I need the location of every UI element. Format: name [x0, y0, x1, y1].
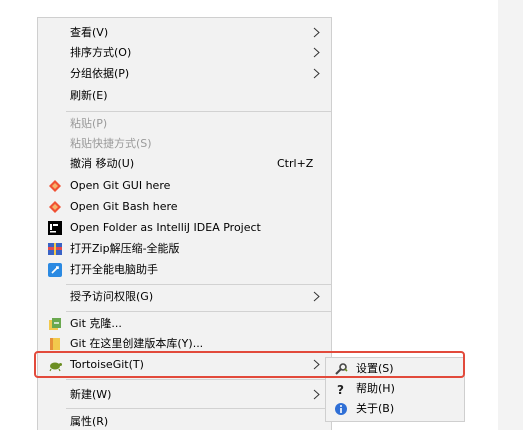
submenu-item-label: 关于(B)	[356, 402, 395, 415]
menu-item-git-clone[interactable]: Git 克隆...	[38, 313, 333, 335]
menu-item-label: 授予访问权限(G)	[70, 290, 154, 303]
info-icon	[335, 403, 347, 415]
menu-item-undo-move[interactable]: 撤消 移动(U) Ctrl+Z	[38, 153, 333, 175]
assistant-app-icon	[48, 263, 62, 277]
svg-text:?: ?	[337, 383, 344, 396]
menu-item-label: Git 克隆...	[70, 317, 122, 330]
git-diamond-icon	[49, 180, 61, 192]
menu-separator	[66, 311, 331, 312]
chevron-right-icon	[313, 389, 320, 400]
menu-item-label: 分组依据(P)	[70, 67, 130, 80]
menu-separator	[66, 408, 331, 409]
menu-item-label: 撤消 移动(U)	[70, 157, 135, 170]
menu-item-open-git-bash[interactable]: Open Git Bash here	[38, 196, 333, 218]
menu-item-label: 排序方式(O)	[70, 46, 132, 59]
chevron-right-icon	[313, 291, 320, 302]
menu-item-group-by[interactable]: 分组依据(P)	[38, 63, 333, 85]
menu-item-label: 刷新(E)	[70, 89, 108, 102]
menu-item-grant-access[interactable]: 授予访问权限(G)	[38, 286, 333, 308]
menu-item-label: 新建(W)	[70, 388, 112, 401]
submenu-item-about[interactable]: 关于(B)	[326, 399, 464, 419]
menu-item-label: Open Folder as IntelliJ IDEA Project	[70, 221, 261, 234]
chevron-right-icon	[313, 68, 320, 79]
menu-item-label: 打开全能电脑助手	[70, 263, 158, 276]
menu-item-open-zip[interactable]: 打开Zip解压缩-全能版	[38, 238, 333, 260]
menu-item-open-assistant[interactable]: 打开全能电脑助手	[38, 259, 333, 281]
menu-item-paste-shortcut[interactable]: 粘贴快捷方式(S)	[38, 133, 333, 155]
zip-archive-icon	[48, 243, 62, 255]
menu-separator	[66, 111, 331, 112]
menu-item-label: 粘贴快捷方式(S)	[70, 137, 152, 150]
chevron-right-icon	[313, 47, 320, 58]
menu-item-paste[interactable]: 粘贴(P)	[38, 113, 333, 135]
shortcut-text: Ctrl+Z	[277, 157, 314, 170]
background-panel	[498, 0, 523, 430]
menu-separator	[66, 379, 331, 380]
menu-item-label: Open Git GUI here	[70, 179, 171, 192]
menu-item-sort-by[interactable]: 排序方式(O)	[38, 42, 333, 64]
submenu-item-label: 帮助(H)	[356, 382, 395, 395]
submenu-item-help[interactable]: ? 帮助(H)	[326, 379, 464, 399]
git-create-repo-icon	[50, 338, 60, 350]
menu-item-refresh[interactable]: 刷新(E)	[38, 85, 333, 107]
git-diamond-icon	[49, 201, 61, 213]
menu-item-label: 打开Zip解压缩-全能版	[70, 242, 180, 255]
menu-item-open-intellij[interactable]: Open Folder as IntelliJ IDEA Project	[38, 217, 333, 239]
menu-item-label: Open Git Bash here	[70, 200, 178, 213]
git-clone-icon	[49, 318, 61, 330]
menu-item-new[interactable]: 新建(W)	[38, 384, 333, 406]
menu-item-label: 粘贴(P)	[70, 117, 108, 130]
chevron-right-icon	[313, 27, 320, 38]
menu-item-label: 查看(V)	[70, 26, 109, 39]
intellij-icon	[48, 221, 62, 235]
menu-separator	[66, 284, 331, 285]
menu-item-open-git-gui[interactable]: Open Git GUI here	[38, 175, 333, 197]
menu-item-view[interactable]: 查看(V)	[38, 22, 333, 44]
highlight-annotation-box	[34, 351, 465, 378]
question-mark-icon: ?	[337, 383, 344, 396]
